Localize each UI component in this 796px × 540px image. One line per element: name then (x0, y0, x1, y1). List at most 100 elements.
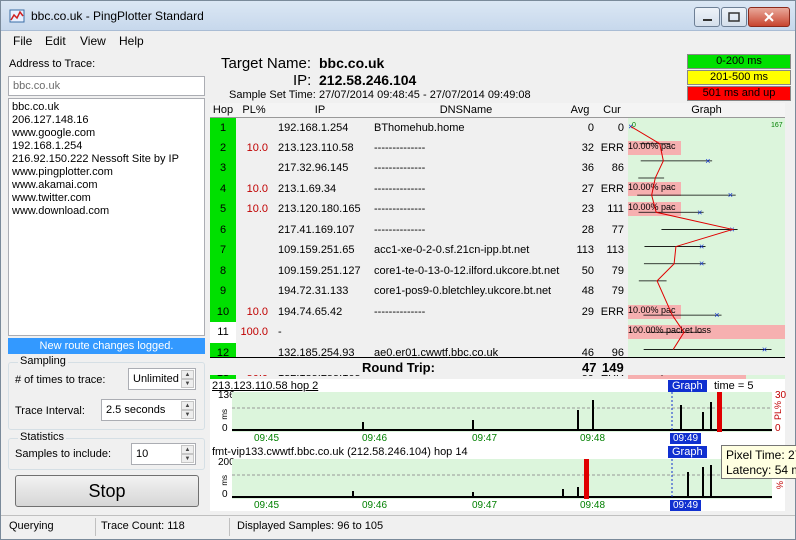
hop-cur: ERR (600, 305, 624, 318)
legend-high-latency: 501 ms and up (687, 86, 791, 101)
hop-cur: 86 (611, 162, 624, 175)
graph-1-tick: 09:45 (254, 433, 280, 444)
graph-2-button[interactable]: Graph (668, 446, 707, 458)
hop-dnsname: acc1-xe-0-2-0.sf.21cn-ipp.bt.net (374, 244, 530, 257)
col-cur[interactable]: Cur (596, 103, 628, 118)
hop-avg (564, 322, 596, 343)
col-ip[interactable]: IP (272, 103, 368, 118)
col-pl[interactable]: PL% (236, 103, 272, 118)
hop-number: 1 (210, 117, 236, 138)
menu-view[interactable]: View (80, 34, 106, 48)
hop-cur: 113 (606, 244, 624, 257)
history-item[interactable]: 206.127.148.16 (12, 114, 201, 127)
hop-avg: 28 (581, 223, 594, 236)
samples-to-include-stepper[interactable]: 10 ▲ ▼ (131, 443, 196, 465)
latency-spike (702, 412, 704, 430)
graph-2-plot[interactable] (232, 459, 772, 499)
latency-spike (592, 400, 594, 430)
spin-up-icon[interactable]: ▲ (181, 445, 194, 454)
hop-number: 7 (210, 240, 236, 261)
hop-avg: 32 (581, 141, 594, 154)
hop-dnsname: -------------- (374, 162, 426, 175)
history-item[interactable]: 192.168.1.254 (12, 140, 201, 153)
packet-loss (236, 220, 272, 241)
graph-2-tick: 09:47 (472, 500, 498, 511)
hop-ip: 194.74.65.42 (278, 305, 343, 318)
target-ip-value: 212.58.246.104 (319, 72, 417, 88)
col-avg[interactable]: Avg (564, 103, 596, 118)
graph-1-plzero: 0 (775, 423, 781, 434)
tooltip-latency: Latency: 54 m (726, 463, 796, 477)
stop-button[interactable]: Stop (15, 475, 199, 507)
history-item[interactable]: 216.92.150.222 Nessoft Site by IP (12, 153, 201, 166)
hop-cur (596, 322, 628, 343)
samples-to-include-value: 10 (136, 448, 149, 460)
spin-up-icon[interactable]: ▲ (181, 370, 194, 379)
status-bar: Querying Trace Count: 118 Displayed Samp… (1, 515, 795, 539)
hop-ip: 213.1.69.34 (278, 182, 337, 195)
target-name-label: Target Name: (221, 55, 312, 72)
spin-up-icon[interactable]: ▲ (181, 401, 194, 410)
round-trip-label: Round Trip: (362, 360, 435, 375)
hop-ip: - (278, 326, 282, 339)
hop-avg: 48 (581, 285, 594, 298)
hop-ip: 217.32.96.145 (278, 162, 349, 175)
history-item[interactable]: www.google.com (12, 127, 201, 140)
graph-2-yzero: 0 (222, 489, 228, 500)
packet-loss: 10.0 (246, 182, 268, 195)
packet-loss (236, 117, 272, 138)
trace-interval-stepper[interactable]: 2.5 seconds ▲ ▼ (101, 399, 196, 421)
spin-down-icon[interactable]: ▼ (181, 379, 194, 388)
history-item[interactable]: www.download.com (12, 205, 201, 218)
packet-loss-marker (717, 392, 722, 432)
graph-background (232, 392, 672, 432)
hop-dnsname: -------------- (374, 305, 426, 318)
menu-help[interactable]: Help (119, 34, 144, 48)
status-state: Querying (9, 520, 54, 532)
hop-avg: 36 (581, 162, 594, 175)
col-dnsname[interactable]: DNSName (368, 103, 564, 118)
graph-1-tick: 09:47 (472, 433, 498, 444)
hop-avg: 0 (587, 121, 594, 134)
minimize-icon (703, 19, 712, 21)
minimize-button[interactable] (694, 7, 720, 27)
col-hop[interactable]: Hop (210, 103, 236, 118)
spin-down-icon[interactable]: ▼ (181, 454, 194, 463)
current-latency-marker: × (697, 207, 702, 217)
graph-1-tick-current: 09:49 (670, 433, 702, 444)
current-latency-marker: × (728, 190, 733, 200)
close-button[interactable] (748, 7, 790, 27)
history-item[interactable]: www.akamai.com (12, 179, 201, 192)
spin-down-icon[interactable]: ▼ (181, 410, 194, 419)
col-graph[interactable]: Graph (628, 103, 785, 118)
history-item[interactable]: www.pingplotter.com (12, 166, 201, 179)
hop-dnsname: core1-te-0-13-0-12.ilford.ukcore.bt.net (374, 264, 560, 277)
round-trip-bar: Round Trip: 47 149 (210, 357, 785, 375)
packet-loss: 100.0 (240, 326, 268, 339)
menu-file[interactable]: File (13, 34, 32, 48)
status-trace-count: Trace Count: 118 (101, 520, 185, 532)
menu-edit[interactable]: Edit (45, 34, 66, 48)
graph-1-button[interactable]: Graph (668, 380, 707, 392)
address-input[interactable]: bbc.co.uk (8, 76, 205, 96)
hop-ip: 194.72.31.133 (278, 285, 349, 298)
hop-cur: ERR (600, 182, 624, 195)
route-change-message[interactable]: New route changes logged. (8, 338, 205, 354)
maximize-button[interactable] (721, 7, 747, 27)
packet-loss: 10.0 (246, 305, 268, 318)
times-to-trace-stepper[interactable]: Unlimited ▲ ▼ (128, 368, 196, 390)
history-item[interactable]: www.twitter.com (12, 192, 201, 205)
current-latency-marker: × (762, 344, 767, 354)
graph-1-plot[interactable] (232, 392, 772, 432)
hop-number: 8 (210, 260, 236, 281)
hop-ip: 213.123.110.58 (278, 141, 354, 154)
hop-avg: 113 (576, 244, 594, 257)
latency-spike (577, 410, 579, 430)
trace-interval-label: Trace Interval: (15, 405, 85, 417)
hop-avg: 27 (581, 182, 594, 195)
history-item[interactable]: bbc.co.uk (12, 101, 201, 114)
hop-avg: 50 (581, 264, 594, 277)
hop-latency-graph: 0 167××××××××× (629, 122, 783, 355)
packet-loss (236, 240, 272, 261)
trace-history-list[interactable]: bbc.co.uk 206.127.148.16 www.google.com … (8, 98, 205, 336)
